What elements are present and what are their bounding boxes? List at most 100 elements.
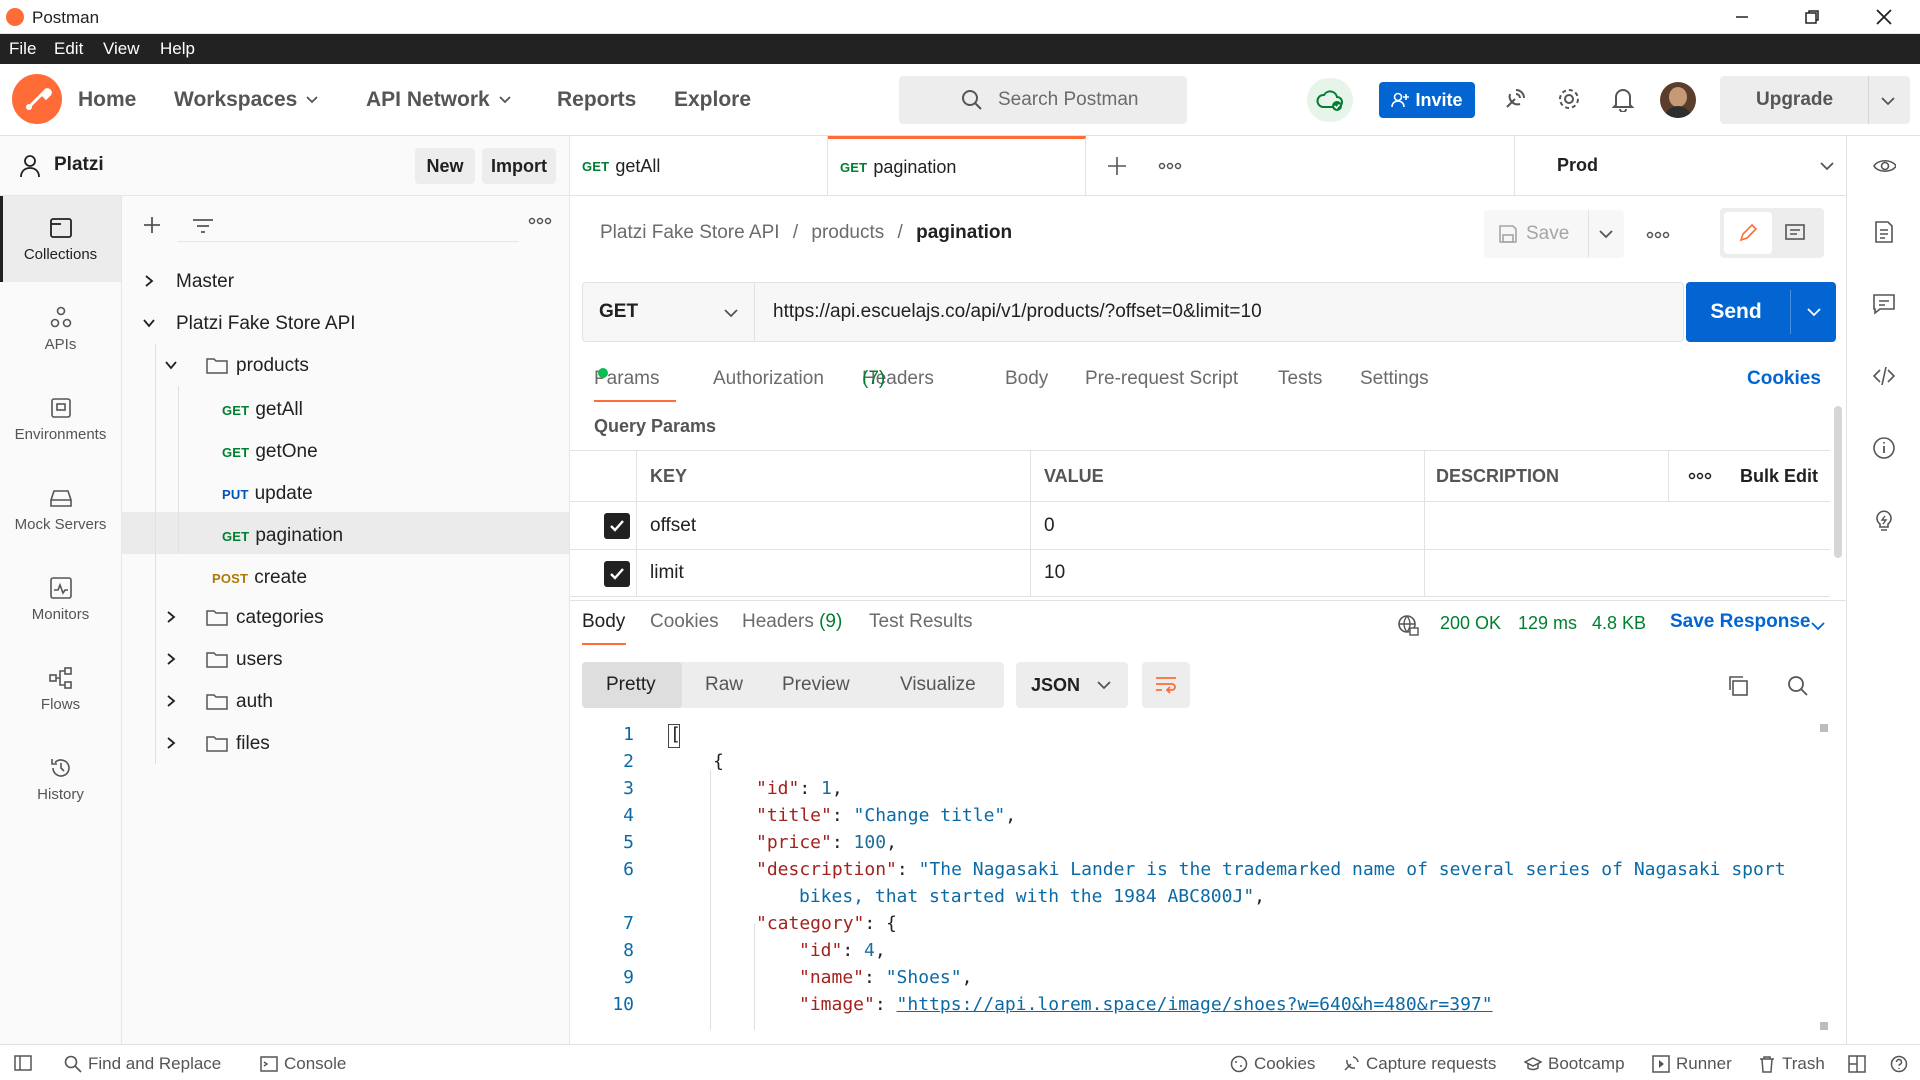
postman-home-logo-icon[interactable] <box>12 74 62 124</box>
user-avatar[interactable] <box>1660 82 1696 118</box>
request-more-icon[interactable] <box>1646 230 1670 240</box>
nav-explore[interactable]: Explore <box>674 88 751 112</box>
rail-mock-servers[interactable]: Mock Servers <box>0 466 121 552</box>
param-key[interactable]: offset <box>650 502 696 549</box>
param-value[interactable]: 10 <box>1044 550 1065 596</box>
rail-flows[interactable]: Flows <box>0 646 121 732</box>
status-code[interactable]: 200 OK <box>1440 613 1501 634</box>
response-body-code[interactable]: 1 [2 {3 "id": 1, 4 "title": "Change title", 5 "… <box>570 724 1830 1030</box>
param-offset-checkbox[interactable] <box>604 513 630 539</box>
tree-request-update[interactable]: PUT update <box>122 470 569 512</box>
capture-antenna-button[interactable] <box>1502 86 1528 112</box>
minimize-button[interactable] <box>1730 6 1754 28</box>
documentation-icon[interactable] <box>1872 220 1896 244</box>
chevron-down-icon[interactable] <box>1810 618 1826 634</box>
rail-collections[interactable]: Collections <box>0 196 121 282</box>
code-scroll-down[interactable] <box>1820 1022 1828 1030</box>
view-preview[interactable]: Preview <box>782 674 850 696</box>
save-response-button[interactable]: Save Response <box>1670 611 1810 633</box>
rail-monitors[interactable]: Monitors <box>0 556 121 642</box>
tab-settings[interactable]: Settings <box>1360 368 1429 390</box>
rail-history[interactable]: History <box>0 736 121 822</box>
settings-button[interactable] <box>1556 86 1582 112</box>
menu-file[interactable]: File <box>9 39 36 59</box>
add-collection-icon[interactable] <box>142 215 162 235</box>
response-size[interactable]: 4.8 KB <box>1592 613 1646 634</box>
two-pane-icon[interactable] <box>1848 1055 1866 1073</box>
help-icon[interactable] <box>1890 1055 1908 1073</box>
tab-getall[interactable]: GET getAll <box>570 136 828 196</box>
capture-requests-button[interactable]: Capture requests <box>1342 1054 1496 1074</box>
param-limit-checkbox[interactable] <box>604 561 630 587</box>
nav-workspaces[interactable]: Workspaces <box>174 88 319 112</box>
menu-help[interactable]: Help <box>160 39 195 59</box>
environment-selector[interactable]: Prod <box>1514 136 1846 196</box>
resp-tab-body[interactable]: Body <box>582 611 625 633</box>
new-tab-plus-icon[interactable] <box>1106 155 1128 177</box>
copy-icon[interactable] <box>1726 674 1750 698</box>
comments-icon[interactable] <box>1872 292 1896 316</box>
close-window-button[interactable] <box>1872 6 1896 28</box>
sync-status-button[interactable] <box>1307 78 1353 122</box>
format-select[interactable]: JSON <box>1016 662 1128 708</box>
notifications-button[interactable] <box>1610 86 1636 112</box>
columns-more-icon[interactable] <box>1688 471 1712 481</box>
search-icon[interactable] <box>1786 674 1810 698</box>
find-replace-button[interactable]: Find and Replace <box>64 1054 221 1074</box>
runner-button[interactable]: Runner <box>1652 1054 1732 1074</box>
resp-tab-test-results[interactable]: Test Results <box>869 611 972 633</box>
rail-environments[interactable]: Environments <box>0 376 121 462</box>
wrap-lines-button[interactable] <box>1142 662 1190 708</box>
restore-button[interactable] <box>1800 6 1824 28</box>
cookies-status-button[interactable]: Cookies <box>1230 1054 1315 1074</box>
info-icon[interactable] <box>1872 436 1896 460</box>
chevron-down-icon[interactable] <box>1598 226 1614 242</box>
tree-request-pagination[interactable]: GET pagination <box>122 512 569 554</box>
trash-button[interactable]: Trash <box>1758 1054 1825 1074</box>
eye-icon[interactable] <box>1872 154 1896 178</box>
tree-folder-users[interactable]: users <box>122 638 569 680</box>
tree-request-create[interactable]: POST create <box>122 554 569 596</box>
bulk-edit-button[interactable]: Bulk Edit <box>1740 451 1818 501</box>
upgrade-button[interactable]: Upgrade <box>1720 76 1910 124</box>
tab-prerequest-script[interactable]: Pre-request Script <box>1085 368 1238 390</box>
menu-view[interactable]: View <box>103 39 140 59</box>
params-scrollbar[interactable] <box>1834 406 1842 558</box>
view-raw[interactable]: Raw <box>705 674 743 696</box>
param-key[interactable]: limit <box>650 550 684 596</box>
more-options-icon[interactable] <box>528 216 552 226</box>
tree-request-getOne[interactable]: GET getOne <box>122 428 569 470</box>
url-input[interactable]: https://api.escuelajs.co/api/v1/products… <box>773 301 1262 323</box>
view-pretty[interactable]: Pretty <box>606 674 656 696</box>
response-time[interactable]: 129 ms <box>1518 613 1577 634</box>
tab-tests[interactable]: Tests <box>1278 368 1322 390</box>
tab-pagination[interactable]: GET pagination <box>828 136 1086 196</box>
cookies-link[interactable]: Cookies <box>1747 368 1821 390</box>
resp-tab-headers[interactable]: Headers (9) <box>742 611 842 633</box>
send-button[interactable]: Send <box>1686 282 1786 342</box>
tabs-more-icon[interactable] <box>1158 161 1182 171</box>
filter-collections-input[interactable] <box>178 210 518 242</box>
nav-home[interactable]: Home <box>78 88 136 112</box>
toggle-sidebar-icon[interactable] <box>14 1055 32 1071</box>
tree-collection[interactable]: Platzi Fake Store API <box>122 302 569 344</box>
tree-folder-files[interactable]: files <box>122 722 569 764</box>
import-button[interactable]: Import <box>482 148 556 184</box>
code-icon[interactable] <box>1872 364 1896 388</box>
nav-reports[interactable]: Reports <box>557 88 636 112</box>
comment-icon[interactable] <box>1784 223 1806 243</box>
http-method-select[interactable]: GET <box>583 283 755 341</box>
nav-api-network[interactable]: API Network <box>366 88 512 112</box>
tab-body[interactable]: Body <box>1005 368 1048 390</box>
chevron-down-icon[interactable] <box>1806 304 1822 320</box>
edit-mode-button[interactable] <box>1724 212 1772 254</box>
tree-folder-products[interactable]: products <box>122 344 569 386</box>
menu-edit[interactable]: Edit <box>54 39 83 59</box>
rail-apis[interactable]: APIs <box>0 286 121 372</box>
tree-collection[interactable]: Master <box>122 260 569 302</box>
tree-folder-auth[interactable]: auth <box>122 680 569 722</box>
tree-folder-categories[interactable]: categories <box>122 596 569 638</box>
new-button[interactable]: New <box>415 148 475 184</box>
resp-tab-cookies[interactable]: Cookies <box>650 611 719 633</box>
invite-button[interactable]: Invite <box>1379 82 1475 118</box>
